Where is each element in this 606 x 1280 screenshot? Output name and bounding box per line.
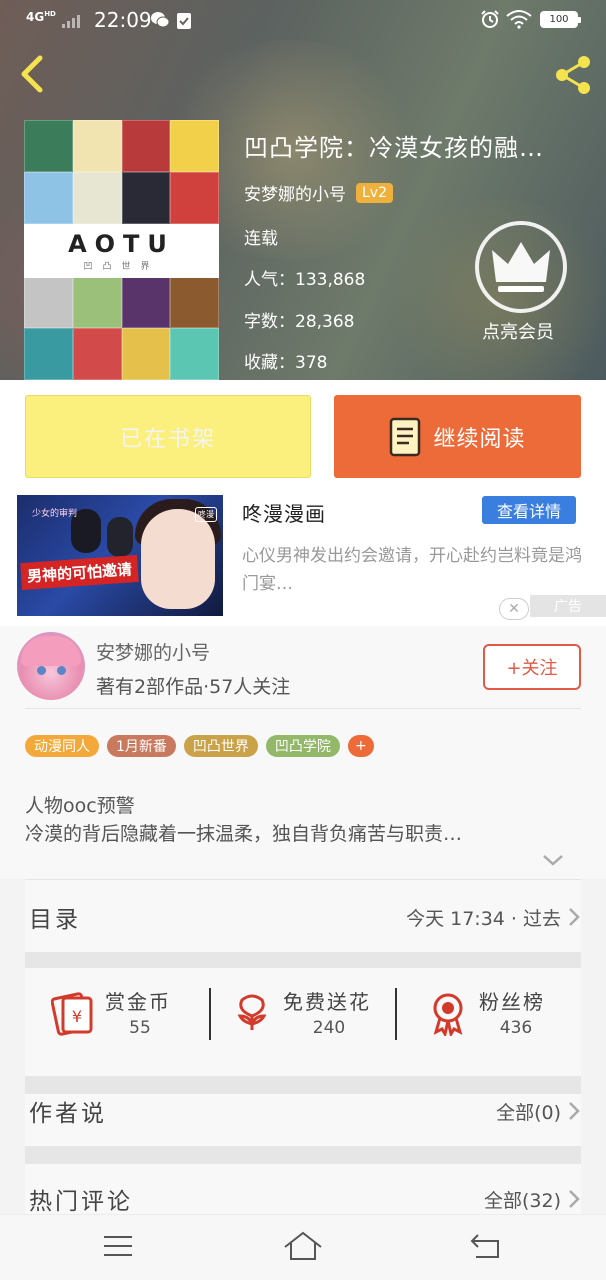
serial-status: 连载 bbox=[244, 229, 278, 249]
book-icon bbox=[390, 417, 421, 456]
description-warning: 人物ooc预警 bbox=[25, 795, 135, 817]
continue-reading-button[interactable]: 继续阅读 bbox=[334, 395, 581, 478]
ad-mark: 广告 bbox=[530, 595, 606, 617]
add-tag-button[interactable]: + bbox=[347, 735, 374, 757]
author-row[interactable]: 安梦娜的小号 Lv2 bbox=[244, 180, 393, 205]
book-info-panel: 动漫同人 1月新番 凹凸世界 凹凸学院 + 人物ooc预警 冷漠的背后隐藏着一抹… bbox=[0, 709, 606, 879]
ad-description: 心仪男神发出约会邀请，开心赴约岂料竟是鸿门宴… bbox=[242, 546, 582, 594]
author-says-title: 作者说 bbox=[29, 1101, 107, 1127]
action-bar: 已在书架 继续阅读 bbox=[0, 380, 606, 494]
ad-image-banner: 男神的可怕邀请 bbox=[20, 554, 139, 591]
word-count: 字数：28,368 bbox=[244, 312, 355, 332]
catalog-title: 目录 bbox=[29, 907, 81, 933]
vip-label[interactable]: 点亮会员 bbox=[482, 318, 554, 344]
author-stats: 著有2部作品·57人关注 bbox=[96, 676, 291, 698]
tag-list: 动漫同人 1月新番 凹凸世界 凹凸学院 + bbox=[25, 735, 374, 757]
menu-icon[interactable] bbox=[98, 1229, 138, 1263]
system-nav-bar bbox=[0, 1214, 606, 1280]
on-shelf-button[interactable]: 已在书架 bbox=[25, 395, 311, 478]
ad-title: 咚漫漫画 bbox=[242, 502, 326, 526]
section-gap bbox=[25, 1076, 581, 1094]
battery-icon: 100 bbox=[540, 11, 581, 28]
book-title: 凹凸学院：冷漠女孩的融… bbox=[244, 134, 544, 162]
popularity: 人气：133,868 bbox=[244, 270, 366, 290]
coin-envelope-icon: ¥ bbox=[51, 992, 93, 1036]
tag-item[interactable]: 动漫同人 bbox=[25, 735, 99, 757]
avatar[interactable] bbox=[17, 632, 85, 700]
hot-comments-count: 全部(32) bbox=[483, 1190, 561, 1212]
catalog-row[interactable]: 目录 今天 17:34 · 过去 bbox=[25, 880, 581, 952]
ad-image-tag: 少女的审判 bbox=[32, 508, 78, 519]
clock: 22:09 bbox=[94, 8, 152, 32]
ad-image[interactable]: 少女的审判 咚漫 男神的可怕邀请 bbox=[17, 495, 223, 616]
svg-text:¥: ¥ bbox=[72, 1007, 82, 1026]
author-card[interactable]: 安梦娜的小号 著有2部作品·57人关注 +关注 bbox=[0, 626, 606, 710]
collections: 收藏：378 bbox=[244, 353, 328, 373]
hot-comments-row[interactable]: 热门评论 全部(32) bbox=[25, 1164, 581, 1215]
section-gap bbox=[25, 1146, 581, 1164]
book-hero: 4GHD 22:09 100 AOTU 凹凸世界 凹凸学院：冷漠女孩的融… 安梦… bbox=[0, 0, 606, 380]
view-details-button[interactable]: 查看详情 bbox=[482, 496, 576, 524]
chevron-right-icon bbox=[569, 908, 580, 926]
wechat-icon bbox=[151, 12, 170, 28]
signal-icon bbox=[62, 14, 80, 28]
divider bbox=[209, 988, 211, 1040]
status-bar: 4GHD 22:09 100 bbox=[0, 0, 606, 40]
close-ad-icon[interactable]: ✕ bbox=[499, 598, 529, 620]
cover-logo: AOTU 凹凸世界 bbox=[24, 224, 219, 278]
tag-item[interactable]: 1月新番 bbox=[107, 735, 176, 757]
divider bbox=[395, 988, 397, 1040]
alarm-icon bbox=[481, 10, 499, 28]
description-text: 冷漠的背后隐藏着一抹温柔，独自背负痛苦与职责… bbox=[25, 823, 463, 845]
network-indicator: 4GHD bbox=[26, 10, 56, 24]
crown-icon[interactable] bbox=[474, 220, 568, 314]
author-card-name: 安梦娜的小号 bbox=[96, 642, 211, 664]
chevron-right-icon bbox=[569, 1102, 580, 1120]
back-button[interactable] bbox=[14, 50, 54, 98]
rewards-panel: ¥ 赏金币 55 免费送花 240 粉丝榜 436 bbox=[25, 968, 581, 1076]
clipboard-check-icon bbox=[177, 13, 191, 29]
chevron-right-icon bbox=[569, 1190, 580, 1208]
wifi-icon bbox=[506, 10, 532, 29]
share-button[interactable] bbox=[550, 52, 596, 98]
author-says-row[interactable]: 作者说 全部(0) bbox=[25, 1094, 581, 1146]
hot-comments-title: 热门评论 bbox=[29, 1189, 133, 1215]
ribbon-medal-icon bbox=[433, 993, 463, 1036]
catalog-update: 今天 17:34 · 过去 bbox=[406, 908, 561, 930]
tag-item[interactable]: 凹凸学院 bbox=[265, 735, 340, 757]
ad-image-logo: 咚漫 bbox=[195, 507, 217, 522]
back-nav-icon[interactable] bbox=[466, 1229, 506, 1263]
author-says-count: 全部(0) bbox=[496, 1102, 561, 1124]
home-icon[interactable] bbox=[283, 1229, 323, 1263]
ad-banner[interactable]: 少女的审判 咚漫 男神的可怕邀请 咚漫漫画 查看详情 心仪男神发出约会邀请，开心… bbox=[0, 494, 606, 626]
book-cover[interactable]: AOTU 凹凸世界 bbox=[24, 120, 219, 380]
author-name[interactable]: 安梦娜的小号 bbox=[244, 180, 346, 205]
tag-item[interactable]: 凹凸世界 bbox=[183, 735, 258, 757]
flower-icon bbox=[237, 994, 267, 1030]
level-badge: Lv2 bbox=[356, 182, 393, 203]
chevron-down-icon[interactable] bbox=[541, 852, 565, 868]
follow-button[interactable]: +关注 bbox=[483, 644, 581, 690]
